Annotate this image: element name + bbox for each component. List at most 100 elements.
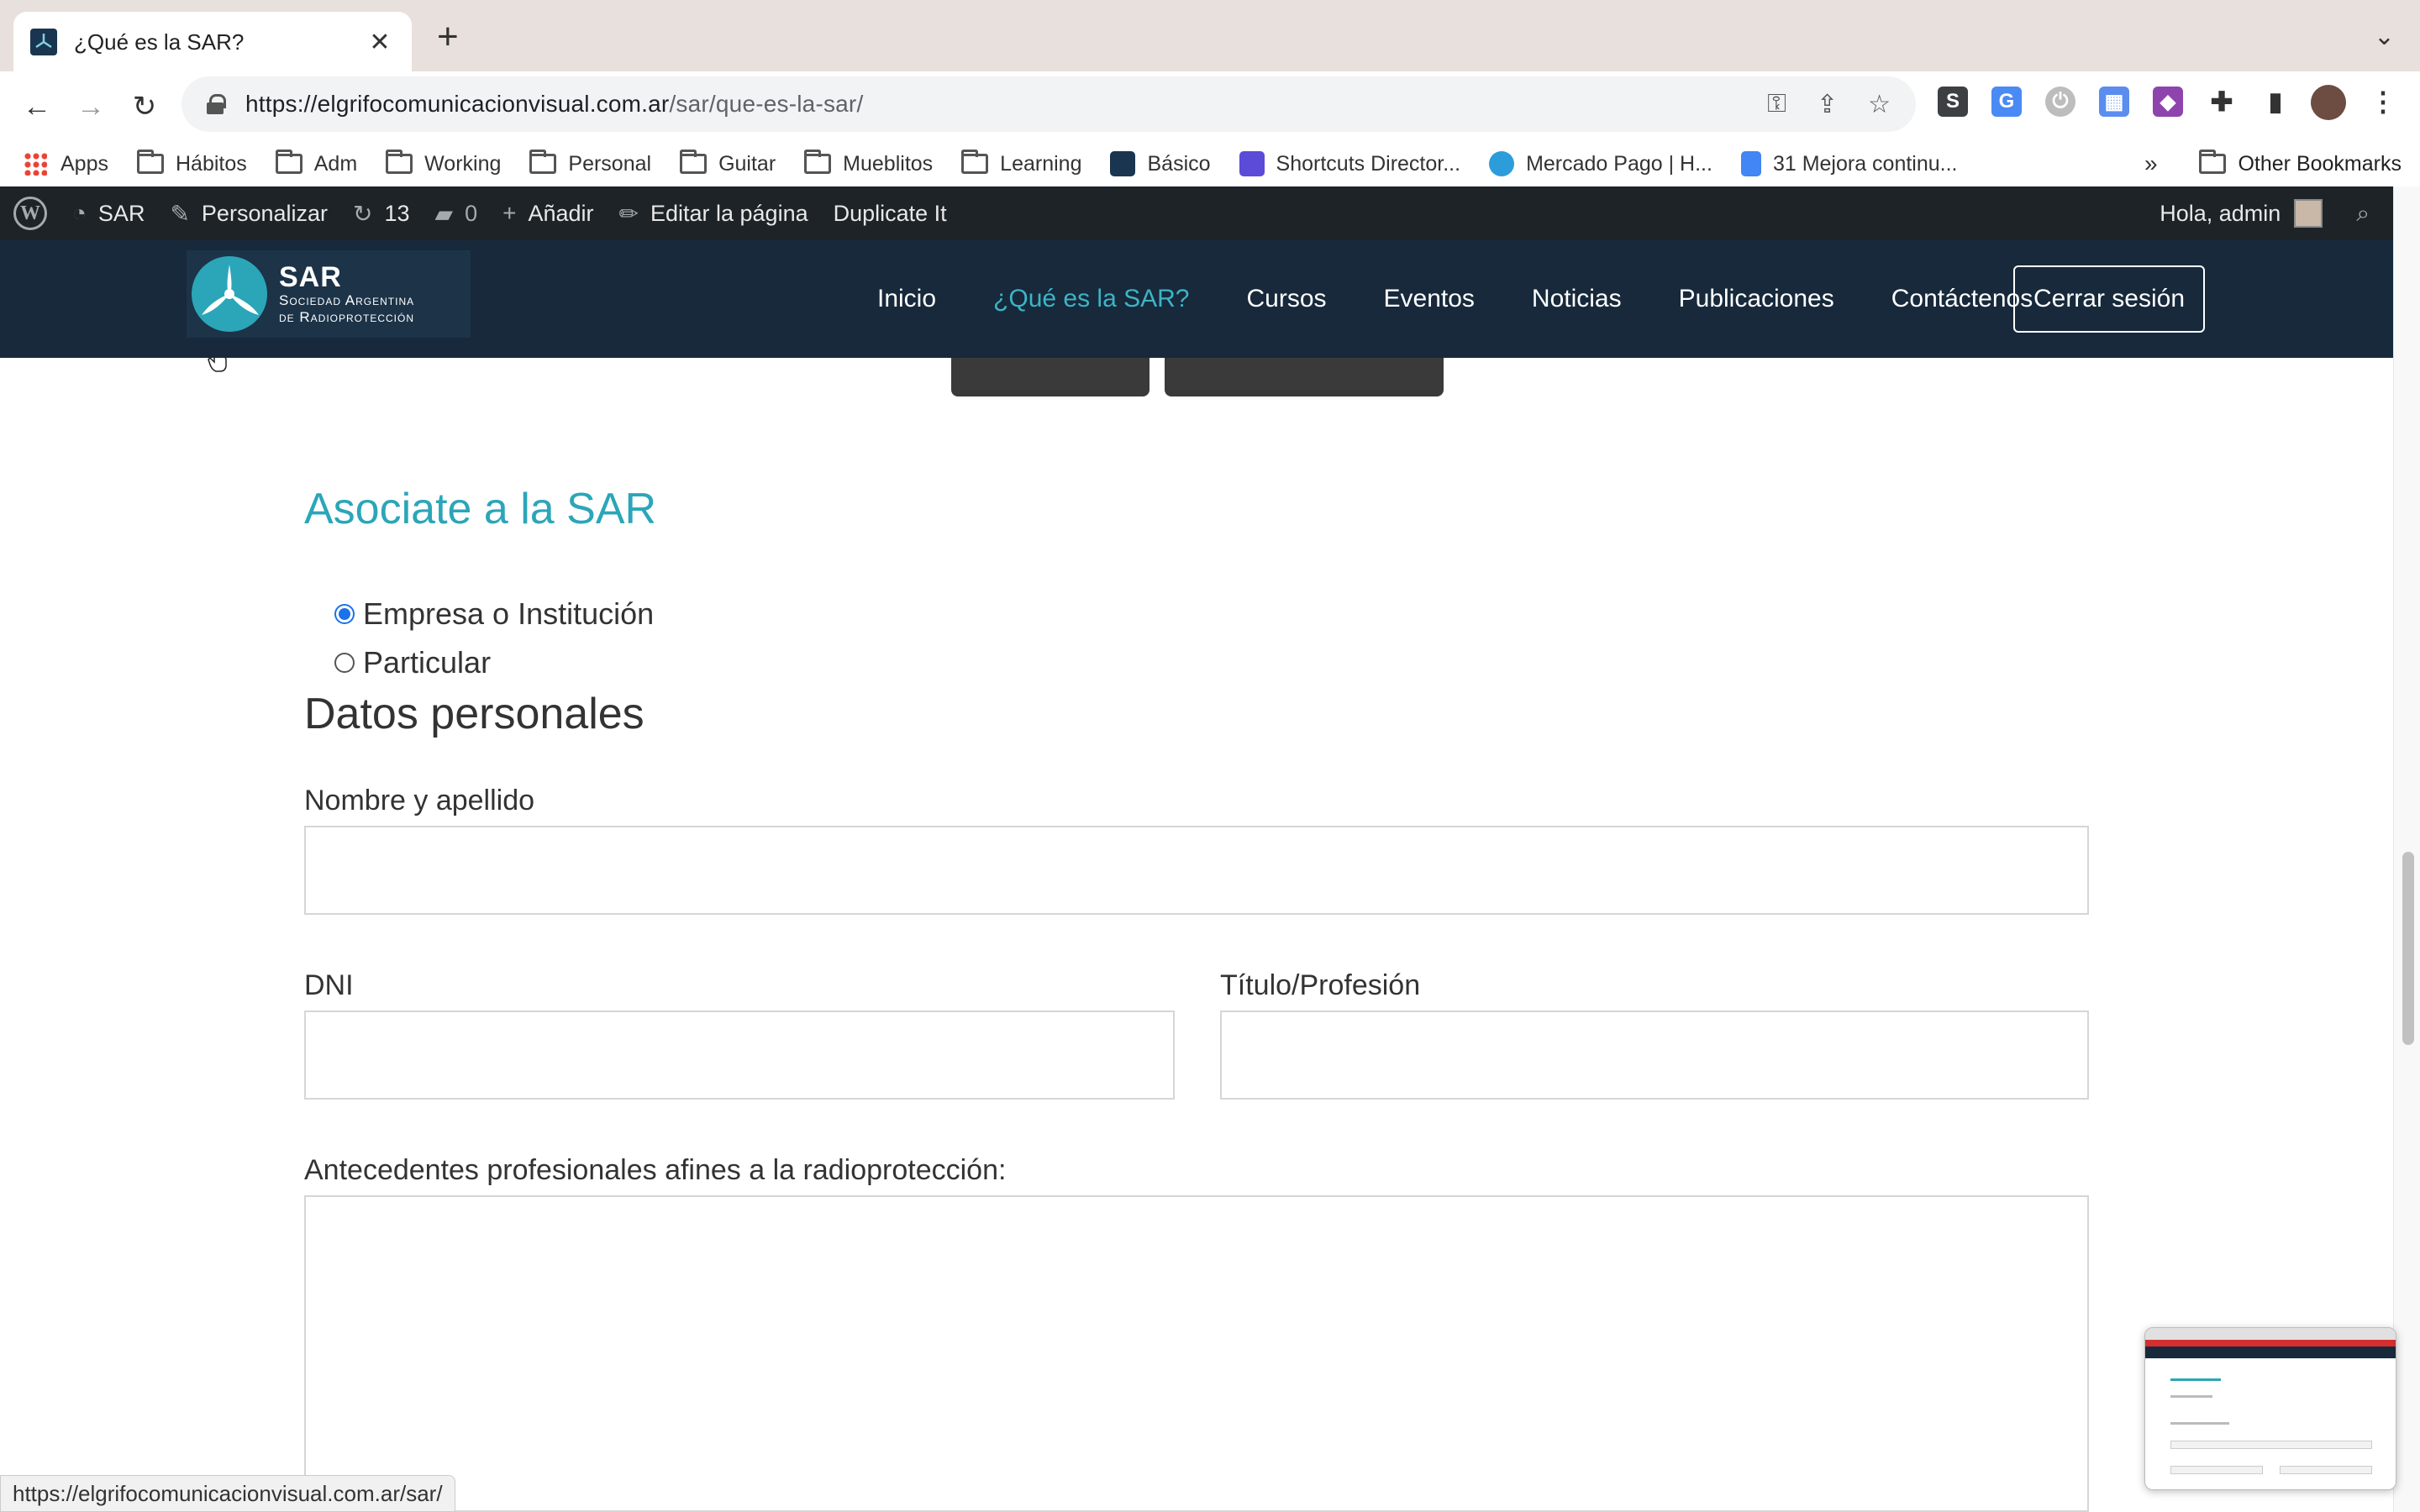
background-label: Antecedentes profesionales afines a la r…: [304, 1154, 1007, 1186]
key-icon[interactable]: ⚿: [1767, 90, 1786, 118]
new-tab-icon[interactable]: +: [437, 18, 459, 55]
thumbnail-admin-bar: [2145, 1340, 2396, 1347]
wp-duplicate-link[interactable]: Duplicate It: [834, 201, 947, 227]
nav-inicio[interactable]: Inicio: [877, 285, 936, 313]
radio-particular[interactable]: Particular: [334, 645, 491, 680]
form-title: Asociate a la SAR: [304, 485, 657, 533]
folder-icon: [386, 150, 413, 174]
dni-label: DNI: [304, 969, 354, 1001]
close-tab-icon[interactable]: ✕: [365, 28, 395, 57]
thumbnail-field: [2280, 1466, 2372, 1474]
folder-icon: [275, 150, 302, 174]
other-bookmarks[interactable]: Other Bookmarks: [2199, 139, 2402, 189]
browser-toolbar: ← → ↻ https://elgrifocomunicacionvisual.…: [0, 71, 2420, 202]
nav-cursos[interactable]: Cursos: [1246, 285, 1326, 313]
scrollbar-thumb[interactable]: [2402, 852, 2414, 1045]
main-nav: Inicio ¿Qué es la SAR? Cursos Eventos No…: [877, 240, 2090, 358]
pencil-icon: ✏: [618, 200, 639, 227]
search-icon[interactable]: ⌕: [2356, 200, 2370, 228]
bookmark-basico[interactable]: Básico: [1110, 151, 1211, 176]
dni-input[interactable]: [304, 1011, 1175, 1100]
extension-s-icon[interactable]: S: [1938, 87, 1968, 117]
wp-edit-page-link[interactable]: ✏ Editar la página: [619, 200, 808, 228]
nav-publicaciones[interactable]: Publicaciones: [1679, 285, 1834, 313]
more-bookmarks-chevron[interactable]: »: [2144, 139, 2158, 189]
folder-icon: [529, 150, 557, 174]
bookmark-folder-learning[interactable]: Learning: [961, 150, 1081, 176]
star-icon[interactable]: ☆: [1868, 90, 1891, 119]
wp-admin-bar: W ◔ SAR ✎ Personalizar ↻ 13 ▰ 0 + Añadir…: [0, 186, 2393, 240]
nav-eventos[interactable]: Eventos: [1384, 285, 1475, 313]
back-arrow-icon[interactable]: ←: [17, 87, 57, 127]
profile-avatar[interactable]: [2311, 85, 2346, 120]
power-extension-icon[interactable]: ⏻: [2045, 87, 2075, 117]
bookmark-apps[interactable]: Apps: [24, 152, 108, 176]
wp-updates-link[interactable]: ↻ 13: [353, 200, 410, 228]
wp-customize-link[interactable]: ✎ Personalizar: [170, 200, 328, 228]
radio-label-empresa: Empresa o Institución: [363, 596, 655, 631]
sar-logo[interactable]: SAR Sociedad Argentina de Radioprotecció…: [187, 250, 471, 338]
site-header: SAR Sociedad Argentina de Radioprotecció…: [0, 240, 2393, 358]
wp-greeting[interactable]: Hola, admin: [2160, 201, 2281, 227]
thumbnail-site-header: [2145, 1347, 2396, 1358]
bookmark-folder-working[interactable]: Working: [386, 150, 501, 176]
reload-icon[interactable]: ↻: [124, 87, 165, 127]
nav-que-es-la-sar[interactable]: ¿Qué es la SAR?: [993, 285, 1189, 313]
background-textarea[interactable]: [304, 1195, 2089, 1512]
tab-title: ¿Qué es la SAR?: [74, 29, 245, 55]
google-docs-icon: [1740, 151, 1761, 176]
logo-subtitle-line2: de Radioprotección: [279, 309, 415, 325]
calendar-extension-icon[interactable]: ▦: [2099, 87, 2129, 117]
nav-noticias[interactable]: Noticias: [1532, 285, 1622, 313]
browser-menu-icon[interactable]: ⋮: [2368, 87, 2398, 117]
browser-tab[interactable]: ¿Qué es la SAR? ✕: [13, 12, 412, 72]
thumbnail-line: [2170, 1378, 2221, 1381]
wordpress-logo-icon[interactable]: W: [13, 197, 47, 230]
address-bar[interactable]: https://elgrifocomunicacionvisual.com.ar…: [182, 76, 1916, 132]
folder-icon: [961, 150, 989, 174]
wp-comments-link[interactable]: ▰ 0: [435, 200, 478, 228]
wp-site-link[interactable]: ◔ SAR: [72, 200, 145, 227]
forward-arrow-icon[interactable]: →: [71, 87, 111, 127]
radio-button-checked[interactable]: [334, 604, 355, 624]
nav-contactenos[interactable]: Contáctenos: [1891, 285, 2033, 313]
bookmark-folder-guitar[interactable]: Guitar: [680, 150, 776, 176]
share-icon[interactable]: ⇪: [1817, 90, 1838, 119]
bookmark-doc[interactable]: 31 Mejora continu...: [1740, 151, 1958, 176]
radio-button-unchecked[interactable]: [334, 653, 355, 673]
dashboard-icon: ◔: [72, 200, 87, 226]
plus-icon: +: [502, 200, 517, 226]
name-label: Nombre y apellido: [304, 785, 535, 816]
folder-icon: [136, 150, 164, 174]
admin-avatar[interactable]: [2294, 199, 2323, 228]
color-extension-icon[interactable]: ◆: [2153, 87, 2183, 117]
section-heading-personal: Datos personales: [304, 690, 644, 738]
radio-empresa[interactable]: Empresa o Institución: [334, 596, 654, 632]
lock-icon: [207, 94, 226, 114]
name-input[interactable]: [304, 826, 2089, 915]
bookmark-folder-adm[interactable]: Adm: [275, 150, 357, 176]
page-scrollbar[interactable]: [2393, 186, 2420, 1512]
bookmark-folder-habitos[interactable]: Hábitos: [136, 150, 247, 176]
thumbnail-field: [2170, 1466, 2263, 1474]
tab-search-chevron-icon[interactable]: ⌄: [2374, 22, 2395, 51]
folder-icon: [804, 150, 832, 174]
bookmark-shortcuts[interactable]: Shortcuts Director...: [1239, 151, 1460, 176]
translate-extension-icon[interactable]: G: [1991, 87, 2022, 117]
wp-account-area: Hola, admin ⌕: [2160, 186, 2381, 240]
comment-icon: ▰: [434, 200, 454, 227]
url-text[interactable]: https://elgrifocomunicacionvisual.com.ar…: [245, 91, 1737, 118]
bookmark-folder-mueblitos[interactable]: Mueblitos: [804, 150, 933, 176]
bookmark-folder-personal[interactable]: Personal: [529, 150, 651, 176]
screenshot-thumbnail[interactable]: [2144, 1327, 2396, 1490]
mercado-pago-icon: [1489, 151, 1515, 176]
bookmarks-bar: Apps Hábitos Adm Working Personal Guitar…: [0, 139, 2420, 189]
logout-button[interactable]: Cerrar sesión: [2013, 265, 2205, 333]
extensions-puzzle-icon[interactable]: ✚: [2207, 87, 2237, 117]
thumbnail-line: [2170, 1422, 2229, 1425]
tab-strip: ¿Qué es la SAR? ✕ + ⌄: [0, 0, 2420, 72]
wp-add-new-link[interactable]: + Añadir: [502, 200, 593, 227]
bookmark-mercado-pago[interactable]: Mercado Pago | H...: [1489, 151, 1712, 176]
side-panel-icon[interactable]: ▮: [2260, 87, 2291, 117]
profession-input[interactable]: [1220, 1011, 2089, 1100]
